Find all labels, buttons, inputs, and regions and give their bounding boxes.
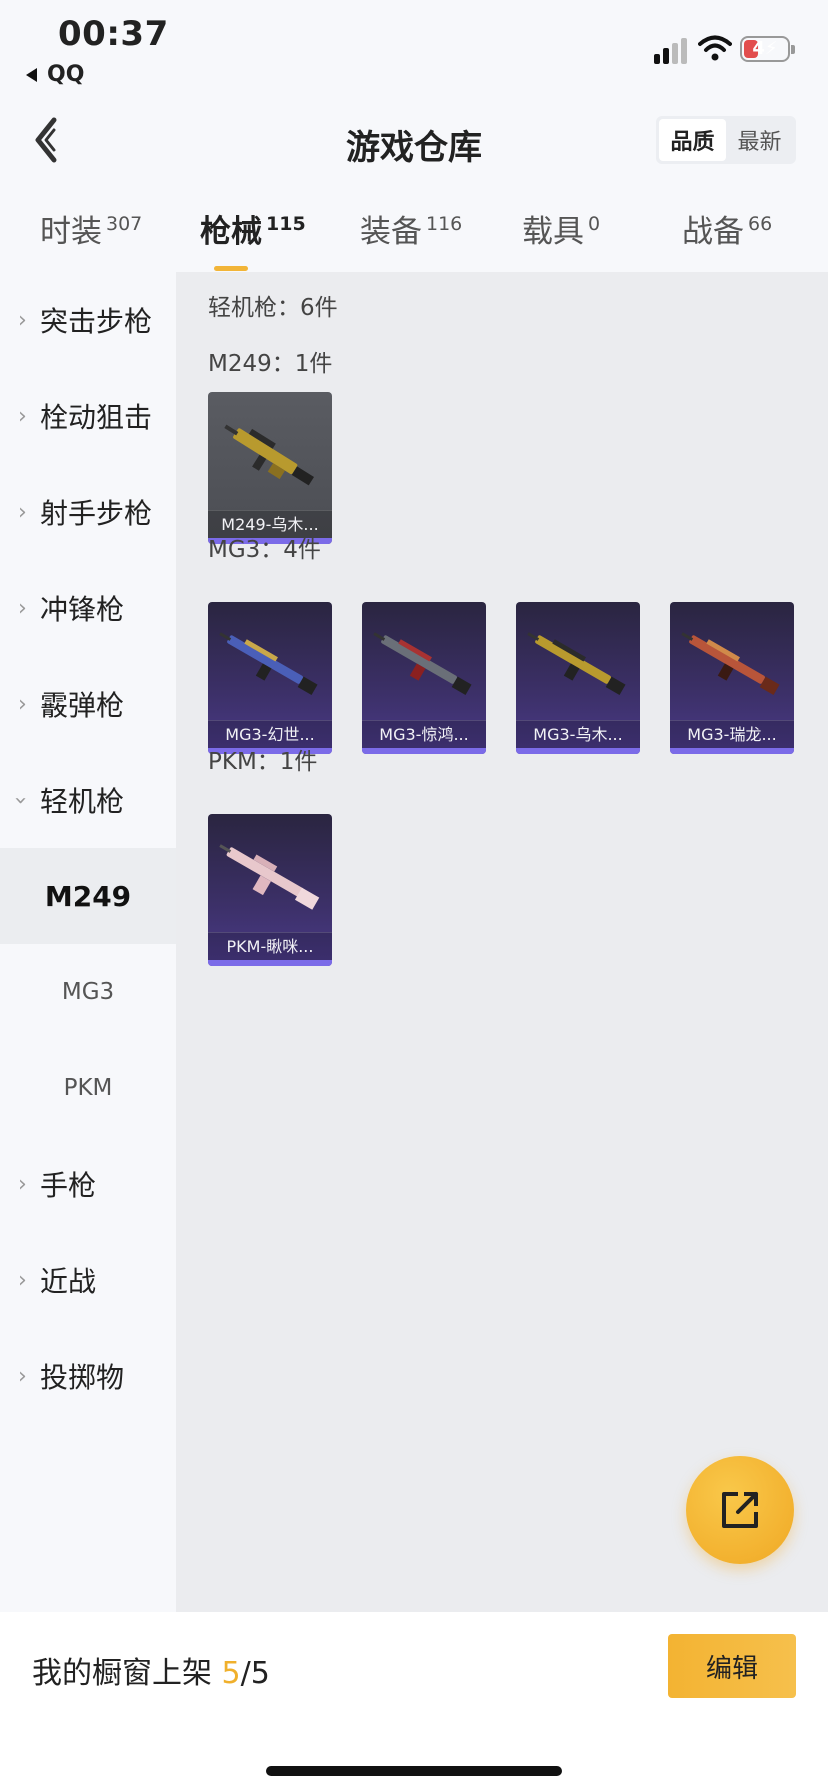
sidebar-item-bolt-sniper[interactable]: › 栓动狙击	[0, 368, 176, 464]
chevron-right-icon: ›	[18, 1171, 27, 1197]
sidebar-subitem-mg3[interactable]: MG3	[0, 944, 176, 1040]
sidebar-item-throwables[interactable]: › 投掷物	[0, 1328, 176, 1424]
tab-count: 115	[266, 213, 306, 235]
weapon-category-sidebar: › 突击步枪 › 栓动狙击 › 射手步枪 › 冲锋枪 › 霰弹枪 › 轻机枪 M…	[0, 272, 176, 1612]
lmg-summary: 轻机枪：6件	[208, 295, 338, 321]
weapon-card[interactable]: PKM-瞅咪...	[208, 814, 332, 966]
gun-image-icon	[527, 632, 626, 696]
weapon-card-name: PKM-瞅咪...	[208, 932, 332, 960]
sidebar-item-label: 栓动狙击	[40, 401, 153, 434]
sidebar-item-label: 突击步枪	[40, 305, 153, 338]
back-triangle-icon	[26, 67, 37, 82]
gun-image-icon	[224, 424, 314, 486]
sidebar-item-label: 霰弹枪	[40, 689, 125, 722]
weapon-card-name: MG3-惊鸿...	[362, 720, 486, 748]
sidebar-item-label: 冲锋枪	[40, 593, 125, 626]
gun-image-icon	[373, 632, 472, 696]
group-title-mg3: MG3：4件	[208, 537, 321, 563]
group-title-pkm: PKM：1件	[208, 749, 318, 775]
sidebar-item-label: 手枪	[40, 1169, 97, 1202]
wifi-icon	[698, 35, 732, 61]
weapon-card-name: MG3-乌木...	[516, 720, 640, 748]
edit-button[interactable]: 编辑	[668, 1634, 796, 1698]
sidebar-item-lmg[interactable]: › 轻机枪	[0, 752, 176, 848]
chevron-right-icon: ›	[18, 595, 27, 621]
weapon-list: 轻机枪：6件 M249：1件 M249-乌木... MG3：4件 MG3-幻世.…	[176, 272, 828, 1612]
tab-fashion[interactable]: 时装 307	[40, 206, 142, 251]
active-tab-indicator	[214, 266, 248, 271]
chevron-right-icon: ›	[18, 691, 27, 717]
sidebar-item-melee[interactable]: › 近战	[0, 1232, 176, 1328]
weapon-card-name: MG3-瑞龙...	[670, 720, 794, 748]
sidebar-item-assault-rifle[interactable]: › 突击步枪	[0, 272, 176, 368]
sidebar-item-smg[interactable]: › 冲锋枪	[0, 560, 176, 656]
showcase-bar: 我的橱窗上架 5/5 编辑	[0, 1612, 828, 1792]
weapon-card[interactable]: MG3-乌木...	[516, 602, 640, 754]
back-app-label: QQ	[47, 62, 85, 87]
sidebar-subitem-pkm[interactable]: PKM	[0, 1040, 176, 1136]
chevron-down-icon: ›	[7, 795, 33, 805]
gun-image-icon	[219, 844, 320, 910]
home-indicator[interactable]	[266, 1766, 562, 1776]
battery-level: 4⚡	[752, 38, 778, 59]
tab-label: 装备	[360, 214, 422, 250]
sidebar-item-marksman-rifle[interactable]: › 射手步枪	[0, 464, 176, 560]
tab-supplies[interactable]: 战备 66	[682, 206, 772, 251]
weapon-card[interactable]: MG3-幻世...	[208, 602, 332, 754]
sidebar-item-pistol[interactable]: › 手枪	[0, 1136, 176, 1232]
status-bar: 00:37 QQ 4⚡	[0, 0, 828, 92]
chevron-right-icon: ›	[18, 1267, 27, 1293]
cellular-signal-icon	[654, 38, 688, 64]
tab-label: 时装	[40, 214, 102, 250]
tab-label: 战备	[682, 214, 744, 250]
sort-toggle: 品质 最新	[656, 116, 796, 164]
chevron-right-icon: ›	[18, 307, 27, 333]
category-tabs: 时装 307 枪械 115 装备 116 载具 0 战备 66	[0, 196, 828, 271]
sidebar-subitem-m249[interactable]: M249	[0, 848, 176, 944]
sidebar-item-label: 近战	[40, 1265, 97, 1298]
weapon-card[interactable]: MG3-瑞龙...	[670, 602, 794, 754]
weapon-card[interactable]: MG3-惊鸿...	[362, 602, 486, 754]
back-to-app-link[interactable]: QQ	[26, 62, 84, 87]
tab-firearms[interactable]: 枪械 115	[200, 206, 306, 271]
gun-image-icon	[681, 632, 780, 696]
showcase-label: 我的橱窗上架	[32, 1656, 222, 1691]
showcase-status: 我的橱窗上架 5/5	[32, 1648, 270, 1692]
tab-count: 307	[106, 213, 143, 235]
showcase-count: 5	[221, 1656, 241, 1691]
tab-label: 枪械	[200, 214, 262, 250]
group-title-m249: M249：1件	[208, 351, 333, 377]
tab-count: 66	[748, 213, 773, 235]
tab-vehicles[interactable]: 载具 0	[522, 206, 600, 251]
weapon-card[interactable]: M249-乌木...	[208, 392, 332, 544]
chevron-right-icon: ›	[18, 499, 27, 525]
tab-equipment[interactable]: 装备 116	[360, 206, 462, 251]
gun-image-icon	[219, 632, 318, 696]
sidebar-item-label: 轻机枪	[40, 785, 125, 818]
sort-newest-button[interactable]: 最新	[726, 119, 793, 161]
showcase-total: /5	[240, 1656, 270, 1691]
chevron-right-icon: ›	[18, 403, 27, 429]
tab-label: 载具	[522, 214, 584, 250]
tab-count: 0	[588, 213, 601, 235]
header: 游戏仓库 品质 最新	[0, 100, 828, 180]
sort-quality-button[interactable]: 品质	[659, 119, 726, 161]
battery-icon: 4⚡	[740, 36, 795, 62]
sidebar-item-label: 投掷物	[40, 1361, 125, 1394]
chevron-right-icon: ›	[18, 1363, 27, 1389]
sidebar-item-shotgun[interactable]: › 霰弹枪	[0, 656, 176, 752]
sidebar-item-label: 射手步枪	[40, 497, 153, 530]
status-time: 00:37	[58, 14, 169, 54]
tab-count: 116	[426, 213, 463, 235]
share-button[interactable]	[686, 1456, 794, 1564]
share-external-icon	[722, 1492, 758, 1528]
